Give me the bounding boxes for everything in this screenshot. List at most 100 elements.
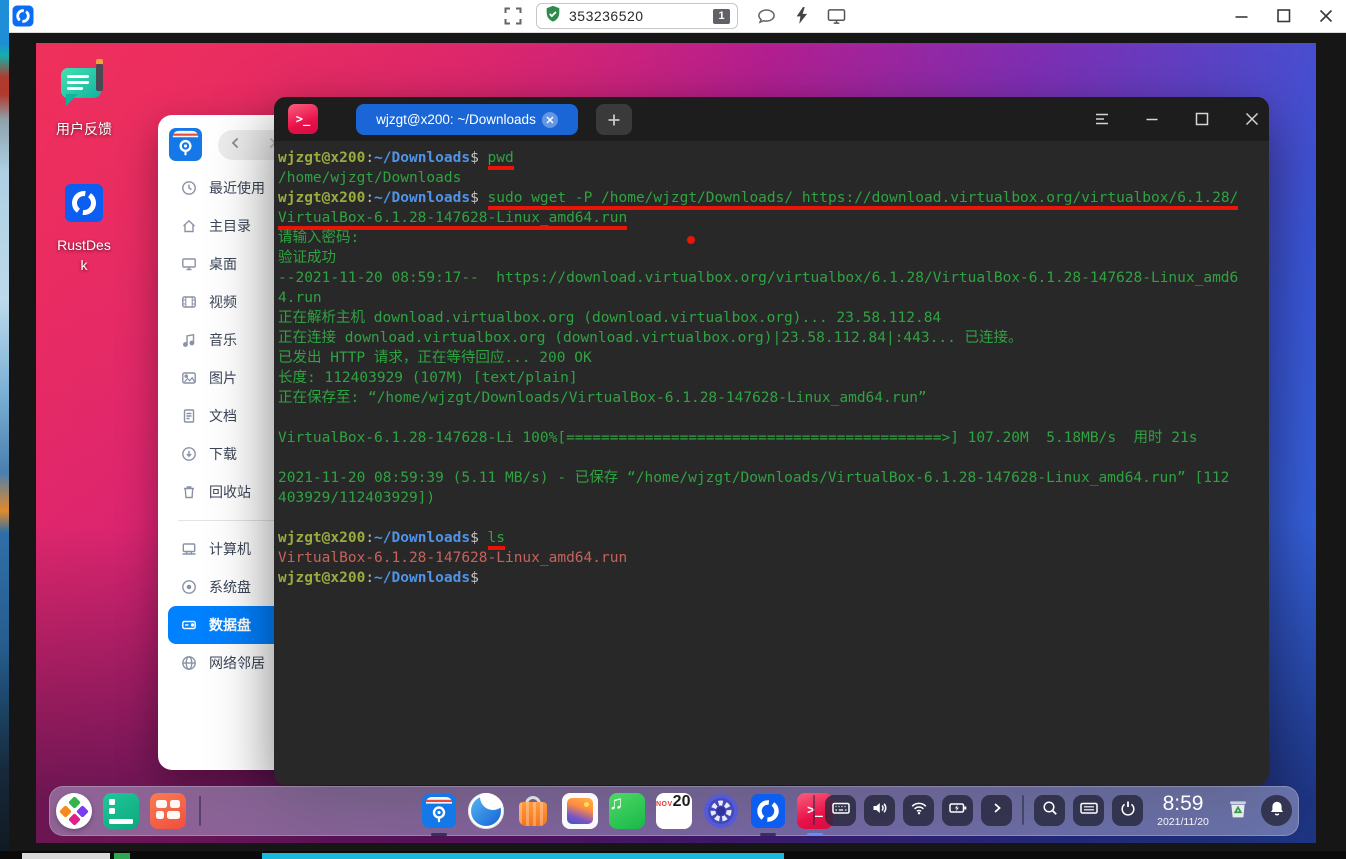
dock-app-group: ♫ NOV20 >_ — [421, 793, 833, 836]
terminal-line: VirtualBox-6.1.28-147628-Linux_amd64.run — [278, 210, 628, 226]
terminal-app-icon: >_ — [288, 104, 318, 134]
volume-icon — [871, 799, 889, 822]
display-icon[interactable] — [827, 8, 846, 30]
data-disk-icon — [181, 617, 197, 633]
terminal-line: 正在解析主机 download.virtualbox.org (download… — [278, 310, 942, 326]
dock-item-rustdesk[interactable] — [750, 793, 786, 836]
sidebar-item-label: 计算机 — [209, 541, 251, 557]
remote-desktop: 用户反馈 RustDesk 最近使用 主目录 桌面 视频 音乐 图片 文档 下载… — [36, 43, 1316, 843]
dock-item-app-grid[interactable] — [150, 793, 186, 829]
sidebar-item-label: 网络邻居 — [209, 655, 265, 671]
dock-item-browser[interactable] — [468, 793, 504, 829]
tray-keyboard-button[interactable] — [825, 794, 856, 826]
download-icon — [181, 446, 197, 462]
dock-item-control-center[interactable] — [703, 793, 739, 829]
window-maximize-button[interactable] — [1275, 7, 1293, 30]
dock-separator — [813, 795, 815, 826]
rustdesk-icon — [64, 183, 104, 228]
home-icon — [181, 218, 197, 234]
window-close-button[interactable] — [1317, 7, 1335, 30]
sidebar-item-label: 视频 — [209, 294, 237, 310]
tray-expand-button[interactable] — [981, 794, 1012, 826]
dock-item-launcher[interactable] — [56, 793, 92, 829]
dock-item-calendar[interactable]: NOV20 — [656, 793, 692, 829]
terminal-line: VirtualBox-6.1.28-147628-Li 100%[=======… — [278, 430, 1198, 446]
running-indicator — [431, 833, 447, 836]
tray-battery-button[interactable] — [942, 794, 973, 826]
computer-icon — [181, 541, 197, 557]
sidebar-item-label: 系统盘 — [209, 579, 251, 595]
notifications-icon — [1268, 799, 1286, 822]
session-tab[interactable]: 353236520 1 — [536, 3, 738, 29]
remote-video-area: 用户反馈 RustDesk 最近使用 主目录 桌面 视频 音乐 图片 文档 下载… — [9, 34, 1346, 851]
screenshot-root: 353236520 1 用户反馈 RustDesk 最近使用 主目录 桌面 视频… — [0, 0, 1346, 859]
dock-clock[interactable]: 8:59 2021/11/20 — [1151, 793, 1215, 828]
terminal-line: wjzgt@x200:~/Downloads$ pwd — [278, 150, 514, 166]
tray-volume-button[interactable] — [864, 794, 895, 826]
onscreen-keyboard-icon — [1079, 799, 1098, 822]
terminal-maximize-button[interactable] — [1193, 110, 1211, 128]
sidebar-item-label: 文档 — [209, 408, 237, 424]
trash-icon — [1226, 796, 1250, 825]
desktop-icon-rustdesk[interactable]: RustDesk — [48, 183, 120, 276]
user-feedback-icon — [60, 59, 108, 107]
terminal-line: 4.run — [278, 290, 322, 306]
dock-item-multitasking[interactable] — [103, 793, 139, 829]
dock-item-image-viewer[interactable] — [562, 793, 598, 829]
dock-item-music[interactable]: ♫ — [609, 793, 645, 829]
rustdesk-toolbar: 353236520 1 — [9, 0, 1346, 33]
annotation-red-dot — [687, 236, 695, 244]
tray-onscreen-keyboard-button[interactable] — [1073, 794, 1104, 826]
terminal-output[interactable]: wjzgt@x200:~/Downloads$ pwd/home/wjzgt/D… — [274, 141, 1269, 785]
terminal-line: 403929/112403929]) — [278, 490, 436, 506]
sidebar-item-label: 最近使用 — [209, 180, 265, 196]
desktop-icon-user-feedback[interactable]: 用户反馈 — [48, 59, 120, 139]
rustdesk-icon — [750, 793, 786, 829]
new-tab-button[interactable] — [596, 104, 632, 135]
terminal-minimize-button[interactable] — [1143, 110, 1161, 128]
dock-tray-group: 8:59 2021/11/20 — [811, 793, 1292, 828]
chat-icon[interactable] — [757, 7, 776, 31]
image-viewer-icon — [562, 793, 598, 829]
system-disk-icon — [181, 579, 197, 595]
rustdesk-logo-icon — [12, 5, 34, 32]
tab-close-icon[interactable] — [541, 111, 558, 128]
clock-date: 2021/11/20 — [1157, 816, 1209, 828]
actions-lightning-icon[interactable] — [795, 6, 808, 30]
back-chevron-icon[interactable] — [229, 136, 243, 155]
dock-separator — [1022, 795, 1024, 826]
session-id: 353236520 — [569, 8, 644, 24]
window-minimize-button[interactable] — [1233, 8, 1250, 30]
calendar-icon: NOV20 — [656, 793, 692, 829]
tray-trash-button[interactable] — [1223, 795, 1253, 826]
launcher-icon — [56, 793, 92, 829]
tray-notifications-button[interactable] — [1261, 794, 1292, 826]
terminal-tab[interactable]: wjzgt@x200: ~/Downloads — [356, 104, 578, 135]
running-indicator — [760, 833, 776, 836]
terminal-close-button[interactable] — [1243, 110, 1261, 128]
sidebar-item-label: 桌面 — [209, 256, 237, 272]
terminal-line: 请输入密码: — [278, 230, 360, 246]
sidebar-item-label: 主目录 — [209, 218, 251, 234]
terminal-menu-icon[interactable] — [1093, 110, 1111, 128]
music-icon — [181, 332, 197, 348]
dock-item-app-store[interactable] — [515, 793, 551, 829]
terminal-titlebar: >_ wjzgt@x200: ~/Downloads — [274, 97, 1269, 141]
fullscreen-icon[interactable] — [504, 7, 522, 30]
tray-wifi-button[interactable] — [903, 794, 934, 826]
file-manager-app-icon — [168, 127, 203, 167]
dock-separator — [199, 796, 201, 826]
terminal-line: 长度: 112403929 (107M) [text/plain] — [278, 370, 578, 386]
tray-power-button[interactable] — [1112, 794, 1143, 826]
dock-item-file-manager[interactable] — [421, 793, 457, 836]
app-store-icon — [515, 793, 551, 829]
document-icon — [181, 408, 197, 424]
desktop-icon-label: RustDesk — [57, 237, 111, 274]
terminal-line: 验证成功 — [278, 250, 336, 266]
host-taskbar-sliver — [0, 851, 1346, 859]
host-desktop-left-sliver — [0, 0, 9, 859]
tray-search-button[interactable] — [1034, 794, 1065, 826]
desktop-icon-label: 用户反馈 — [56, 121, 112, 137]
terminal-line: --2021-11-20 08:59:17-- https://download… — [278, 270, 1239, 286]
